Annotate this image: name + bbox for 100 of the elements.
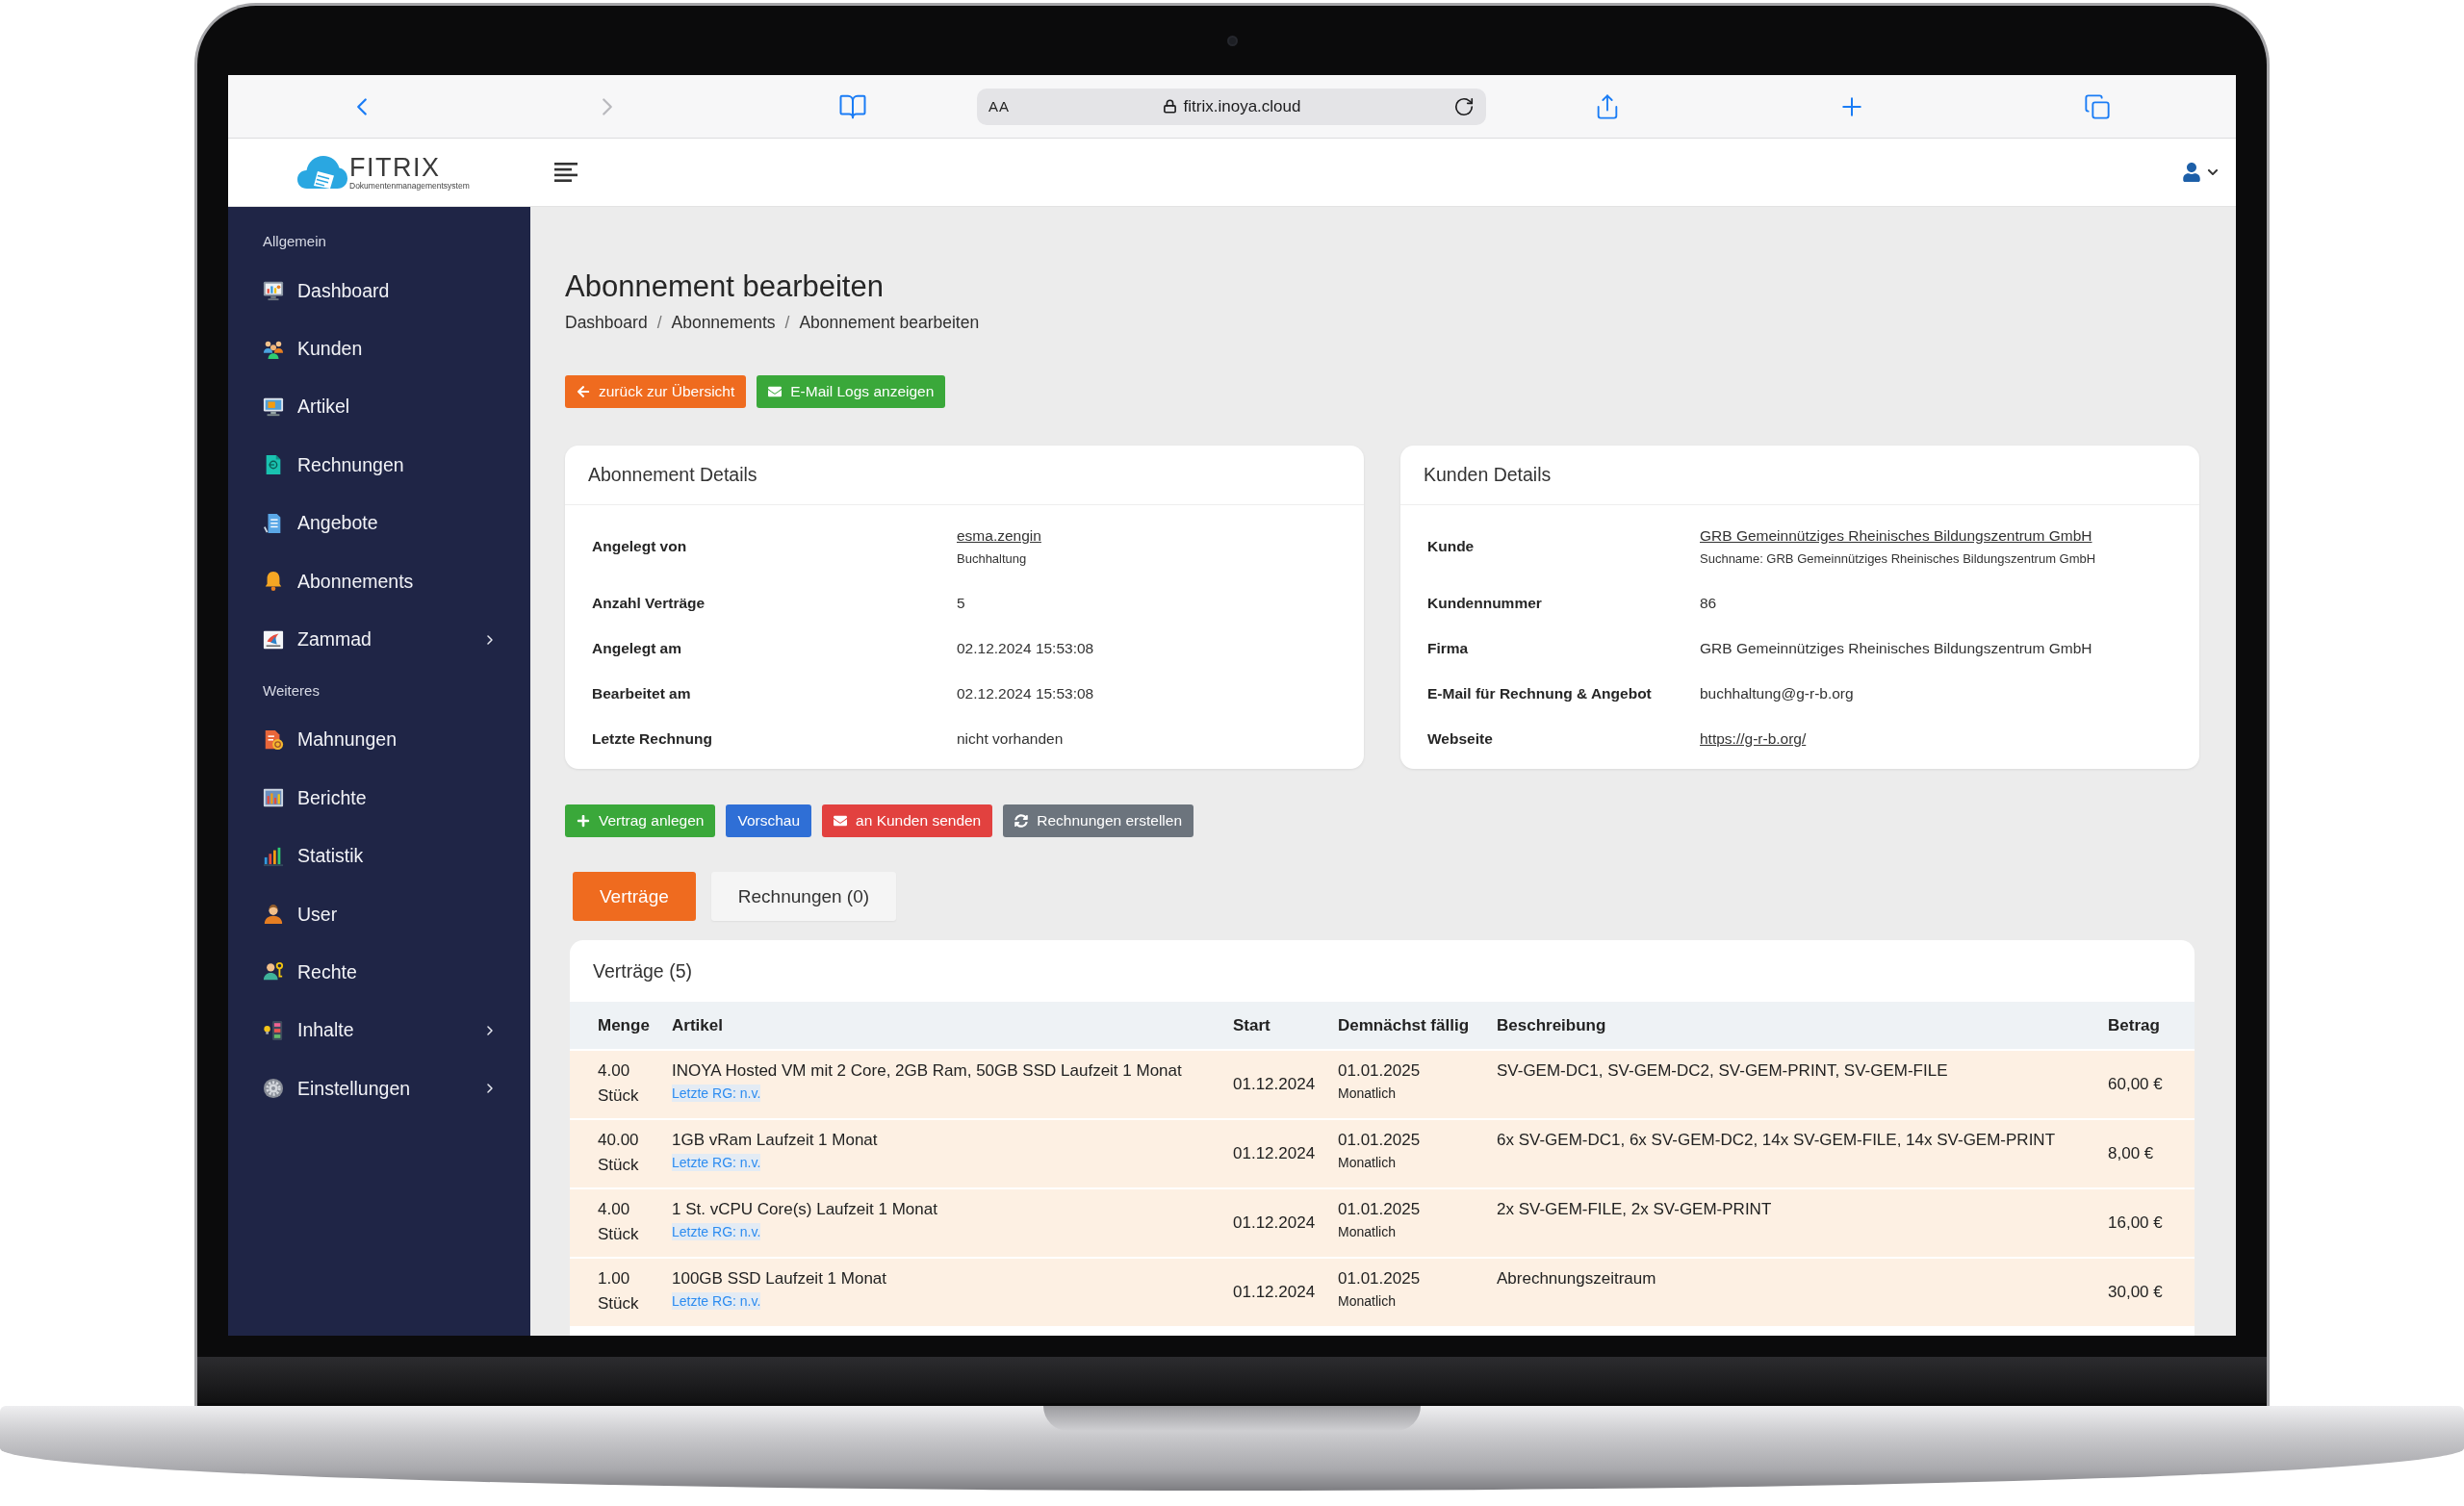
field-label: Letzte Rechnung <box>592 728 712 749</box>
refresh-button[interactable]: Rechnungen erstellen <box>1003 804 1194 837</box>
value-link[interactable]: https://g-r-b.org/ <box>1700 727 1807 750</box>
field-value: 86 <box>1700 593 1717 613</box>
user-icon <box>2182 163 2201 182</box>
interval-text: Monatlich <box>1338 1154 1396 1172</box>
field-value: 02.12.2024 15:53:08 <box>957 638 1094 658</box>
article-name: 100GB SSD Laufzeit 1 Monat <box>672 1268 887 1289</box>
settings-icon <box>263 1078 284 1100</box>
squares-icon[interactable] <box>2084 92 2111 120</box>
column-header: Beschreibung <box>1497 1015 1606 1035</box>
amount-text: 16,00 € <box>2108 1213 2163 1232</box>
breadcrumb-separator: / <box>656 312 662 334</box>
sidebar-item[interactable]: Rechnungen <box>228 436 530 495</box>
field-label: Webseite <box>1427 728 1493 749</box>
address-bar[interactable]: AA fitrix.inoya.cloud <box>977 88 1486 125</box>
sidebar-item[interactable]: Mahnungen <box>228 710 530 770</box>
description-text: SV-GEM-DC1, SV-GEM-DC2, SV-GEM-PRINT, SV-GEM-FILE <box>1497 1060 1948 1082</box>
breadcrumb-link[interactable]: Abonnements <box>671 311 776 334</box>
field-label: E-Mail für Rechnung & Angebot <box>1427 683 1652 703</box>
lightbulb-list-icon <box>263 1019 284 1041</box>
cloud-logo-icon <box>297 155 347 190</box>
monitor-chart-icon <box>263 280 284 302</box>
due-date: 01.01.2025 <box>1338 1060 1421 1082</box>
bell-icon <box>263 571 284 593</box>
description-text: 2x SV-GEM-FILE, 2x SV-GEM-PRINT <box>1497 1199 1772 1220</box>
unit-text: Stück <box>598 1085 639 1107</box>
sidebar-item[interactable]: Kunden <box>228 319 530 378</box>
sidebar-item[interactable]: Abonnements <box>228 551 530 611</box>
article-name: INOYA Hosted VM mit 2 Core, 2GB Ram, 50GB SSD Laufzeit 1 Monat <box>672 1060 1182 1082</box>
arrow-left-icon <box>577 385 590 398</box>
reload-icon[interactable] <box>1453 95 1475 117</box>
sidebar-item[interactable]: User <box>228 884 530 944</box>
field-label: Angelegt am <box>592 638 681 658</box>
field-value: nicht vorhanden <box>957 728 1064 749</box>
user-menu-button[interactable] <box>2182 163 2219 182</box>
interval-text: Monatlich <box>1338 1085 1396 1103</box>
chart-board-icon <box>263 787 284 809</box>
document-coin-icon <box>263 728 284 751</box>
card-title: Verträge (5) <box>593 959 692 983</box>
start-date: 01.12.2024 <box>1233 1144 1316 1162</box>
tab[interactable]: Rechnungen (0) <box>710 872 897 921</box>
unit-text: Stück <box>598 1155 639 1176</box>
quantity-text: 1.00 <box>598 1268 630 1289</box>
sidebar-item[interactable]: Statistik <box>228 827 530 885</box>
preview-button[interactable]: Vorschau <box>726 804 812 837</box>
card-title: Kunden Details <box>1424 464 1552 486</box>
sidebar-item[interactable]: Zammad <box>228 610 530 669</box>
due-date: 01.01.2025 <box>1338 1268 1421 1289</box>
field-label: Kunde <box>1427 537 1475 556</box>
column-header: Start <box>1233 1015 1270 1035</box>
sidebar-item[interactable]: Berichte <box>228 769 530 828</box>
description-text: Abrechnungszeitraum <box>1497 1268 1656 1289</box>
column-header: Demnächst fällig <box>1338 1015 1470 1035</box>
amount-text: 8,00 € <box>2108 1144 2154 1162</box>
sidebar-item[interactable]: Einstellungen <box>228 1059 530 1118</box>
sidebar-item[interactable]: Dashboard <box>228 262 530 320</box>
sidebar-item[interactable]: Angebote <box>228 494 530 552</box>
quantity-text: 4.00 <box>598 1060 630 1082</box>
field-value: 02.12.2024 15:53:08 <box>957 683 1094 703</box>
sidebar-section-label: Weiteres <box>263 680 321 701</box>
interval-text: Monatlich <box>1338 1223 1396 1241</box>
value-link[interactable]: GRB Gemeinnütziges Rheinisches Bildungszentrum GmbH <box>1700 524 2092 547</box>
send-button[interactable]: an Kunden senden <box>822 804 993 837</box>
plus-icon <box>577 814 590 828</box>
due-date: 01.01.2025 <box>1338 1130 1421 1151</box>
card-title: Abonnement Details <box>588 464 757 486</box>
logo-tile-icon <box>263 628 284 651</box>
url-text: fitrix.inoya.cloud <box>1183 96 1301 116</box>
column-header: Betrag <box>2108 1015 2160 1035</box>
lock-icon <box>1162 99 1177 114</box>
breadcrumb-separator: / <box>784 312 790 334</box>
sidebar-item[interactable]: Inhalte <box>228 1001 530 1060</box>
unit-text: Stück <box>598 1293 639 1315</box>
logo-tagline: Dokumentenmanagementsystem <box>349 181 470 191</box>
article-name: 1 St. vCPU Core(s) Laufzeit 1 Monat <box>672 1199 937 1220</box>
field-value: GRB Gemeinnütziges Rheinisches Bildungszentrum GmbH <box>1700 638 2092 658</box>
start-date: 01.12.2024 <box>1233 1283 1316 1301</box>
refresh-icon <box>1014 814 1029 828</box>
quantity-text: 40.00 <box>598 1130 639 1151</box>
sidebar-item[interactable]: Artikel <box>228 377 530 437</box>
field-value: 5 <box>957 593 965 613</box>
monitor-icon <box>263 396 284 418</box>
camera-icon <box>1226 35 1238 46</box>
envelope-icon <box>768 385 783 398</box>
column-header: Artikel <box>672 1015 723 1035</box>
unit-text: Stück <box>598 1224 639 1245</box>
breadcrumb-link[interactable]: Dashboard <box>565 311 648 334</box>
field-label: Angelegt von <box>592 537 687 556</box>
field-label: Anzahl Verträge <box>592 593 706 613</box>
menu-icon[interactable] <box>553 163 578 182</box>
field-label: Firma <box>1427 638 1469 658</box>
field-label: Kundennummer <box>1427 593 1542 613</box>
text-size-button[interactable]: AA <box>988 98 1010 115</box>
value-note: Suchname: GRB Gemeinnütziges Rheinisches Bildungszentrum GmbH <box>1700 549 2096 568</box>
field-label: Bearbeitet am <box>592 683 691 703</box>
article-name: 1GB vRam Laufzeit 1 Monat <box>672 1130 878 1151</box>
sidebar-item[interactable]: Rechte <box>228 943 530 1002</box>
field-value: buchhaltung@g-r-b.org <box>1700 683 1854 703</box>
value-link[interactable]: esma.zengin <box>957 524 1041 547</box>
